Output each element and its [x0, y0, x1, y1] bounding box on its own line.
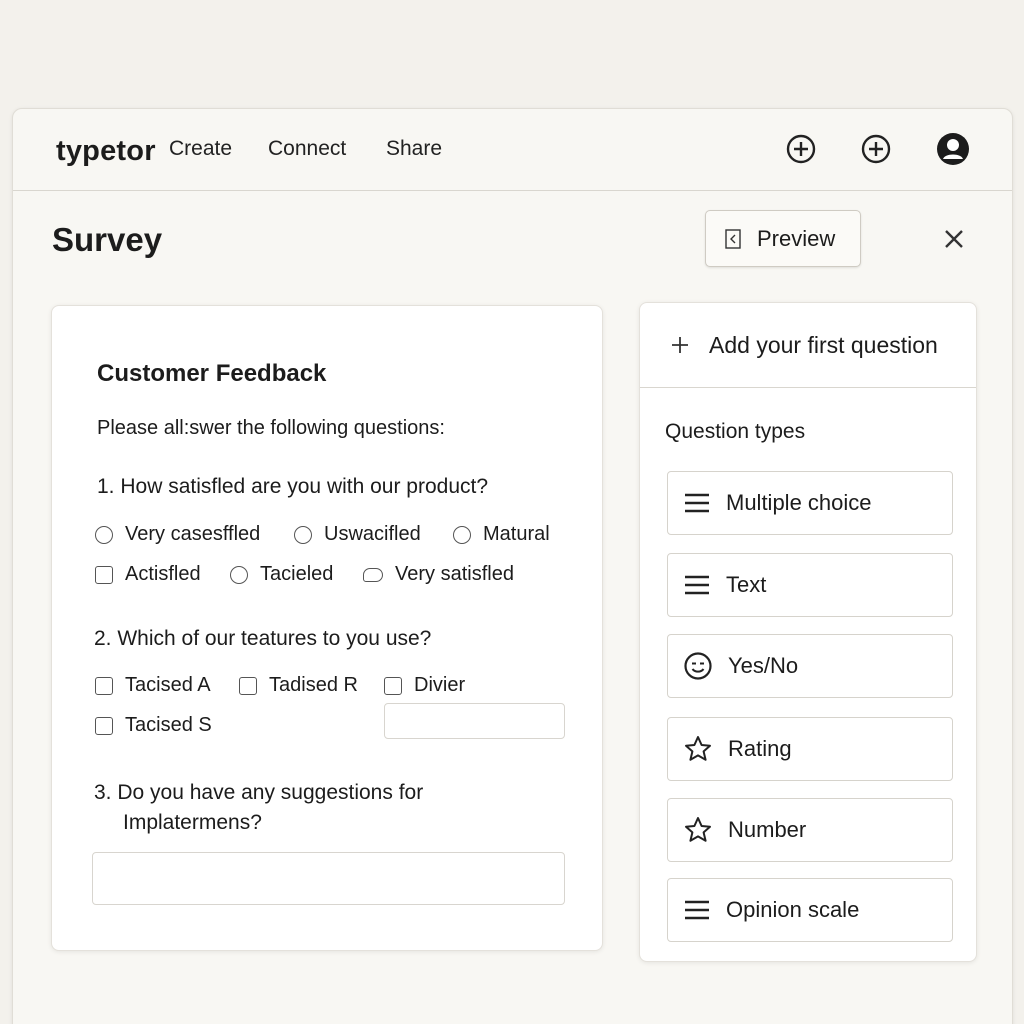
question-type-label: Yes/No	[728, 653, 799, 678]
question-3-label: 3. Do you have any suggestions for	[94, 781, 424, 804]
nav-create[interactable]: Create	[169, 137, 232, 161]
smiley-icon	[684, 652, 712, 680]
nav-share[interactable]: Share	[386, 137, 442, 161]
q1-option[interactable]: Very casesffled	[95, 523, 260, 546]
q1-option[interactable]: Tacieled	[230, 563, 333, 586]
speech-bubble-icon[interactable]	[363, 567, 383, 582]
radio-button[interactable]	[95, 525, 113, 544]
app-logo: typetor	[56, 135, 156, 167]
q2-option[interactable]: Tacised A	[95, 674, 211, 697]
option-label: Uswacifled	[324, 523, 421, 545]
option-label: Tacised A	[125, 674, 211, 696]
add-question-label: Add your first question	[709, 331, 938, 358]
radio-button[interactable]	[230, 565, 248, 584]
form-intro: Please all:swer the following questions:	[97, 417, 445, 439]
star-icon	[685, 817, 711, 842]
plus-circle-icon[interactable]	[785, 133, 817, 165]
suggestions-text-field[interactable]	[92, 852, 565, 905]
checkbox[interactable]	[95, 565, 113, 584]
preview-label: Preview	[757, 225, 836, 251]
star-icon	[685, 736, 711, 761]
option-label: Very satisfled	[395, 563, 514, 585]
checkbox[interactable]	[95, 716, 113, 735]
close-icon[interactable]	[941, 226, 967, 252]
preview-icon	[725, 228, 741, 249]
q2-option[interactable]: Tadised R	[239, 674, 358, 697]
q2-option[interactable]: Divier	[384, 674, 465, 697]
checkbox[interactable]	[384, 676, 402, 695]
question-type-label: Rating	[728, 736, 792, 761]
question-type-label: Text	[726, 572, 767, 597]
question-type-number[interactable]: Number	[667, 798, 953, 862]
page-title: Survey	[52, 221, 163, 258]
nav-connect[interactable]: Connect	[268, 137, 346, 161]
option-label: Very casesffled	[125, 523, 261, 545]
question-type-yes-no[interactable]: Yes/No	[667, 634, 953, 698]
option-label: Matural	[483, 523, 550, 545]
app-window: typetor Create Connect Share Survey Prev…	[12, 108, 1013, 1024]
plus-circle-icon[interactable]	[860, 133, 892, 165]
list-icon	[685, 900, 709, 920]
q1-option[interactable]: Matural	[453, 523, 550, 546]
question-3-label-continued: Implatermens?	[123, 811, 262, 834]
option-label: Tacised S	[125, 714, 212, 736]
question-type-rating[interactable]: Rating	[667, 717, 953, 781]
question-type-multiple-choice[interactable]: Multiple choice	[667, 471, 953, 535]
checkbox[interactable]	[95, 676, 113, 695]
q1-option[interactable]: Uswacifled	[294, 523, 421, 546]
question-type-label: Opinion scale	[726, 897, 860, 922]
form-title: Customer Feedback	[97, 360, 327, 387]
list-icon	[685, 493, 709, 513]
q1-option[interactable]: Actisfled	[95, 563, 201, 586]
q1-option[interactable]: Very satisfled	[363, 563, 514, 586]
option-label: Divier	[414, 674, 466, 696]
preview-button[interactable]: Preview	[705, 210, 861, 267]
option-label: Tadised R	[269, 674, 358, 696]
plus-icon	[672, 337, 688, 353]
user-avatar-icon[interactable]	[937, 133, 969, 165]
q2-option[interactable]: Tacised S	[95, 714, 212, 737]
other-text-field[interactable]	[384, 703, 565, 739]
question-type-label: Multiple choice	[726, 490, 872, 515]
form-preview-card: Customer Feedback Please all:swer the fo…	[51, 305, 603, 951]
radio-button[interactable]	[294, 525, 312, 544]
checkbox[interactable]	[239, 676, 257, 695]
option-label: Tacieled	[260, 563, 334, 585]
question-2-label: 2. Which of our teatures to you use?	[94, 627, 432, 650]
question-type-label: Number	[728, 817, 807, 842]
question-1-label: 1. How satisfled are you with our produc…	[97, 475, 489, 498]
question-types-heading: Question types	[665, 420, 806, 443]
question-type-opinion-scale[interactable]: Opinion scale	[667, 878, 953, 942]
option-label: Actisfled	[125, 563, 201, 585]
radio-button[interactable]	[453, 525, 471, 544]
question-type-text[interactable]: Text	[667, 553, 953, 617]
list-icon	[685, 575, 709, 595]
question-types-panel: Add your first question Question types M…	[639, 302, 977, 962]
add-question-button[interactable]: Add your first question	[640, 303, 976, 388]
top-bar: typetor Create Connect Share	[13, 109, 1012, 191]
